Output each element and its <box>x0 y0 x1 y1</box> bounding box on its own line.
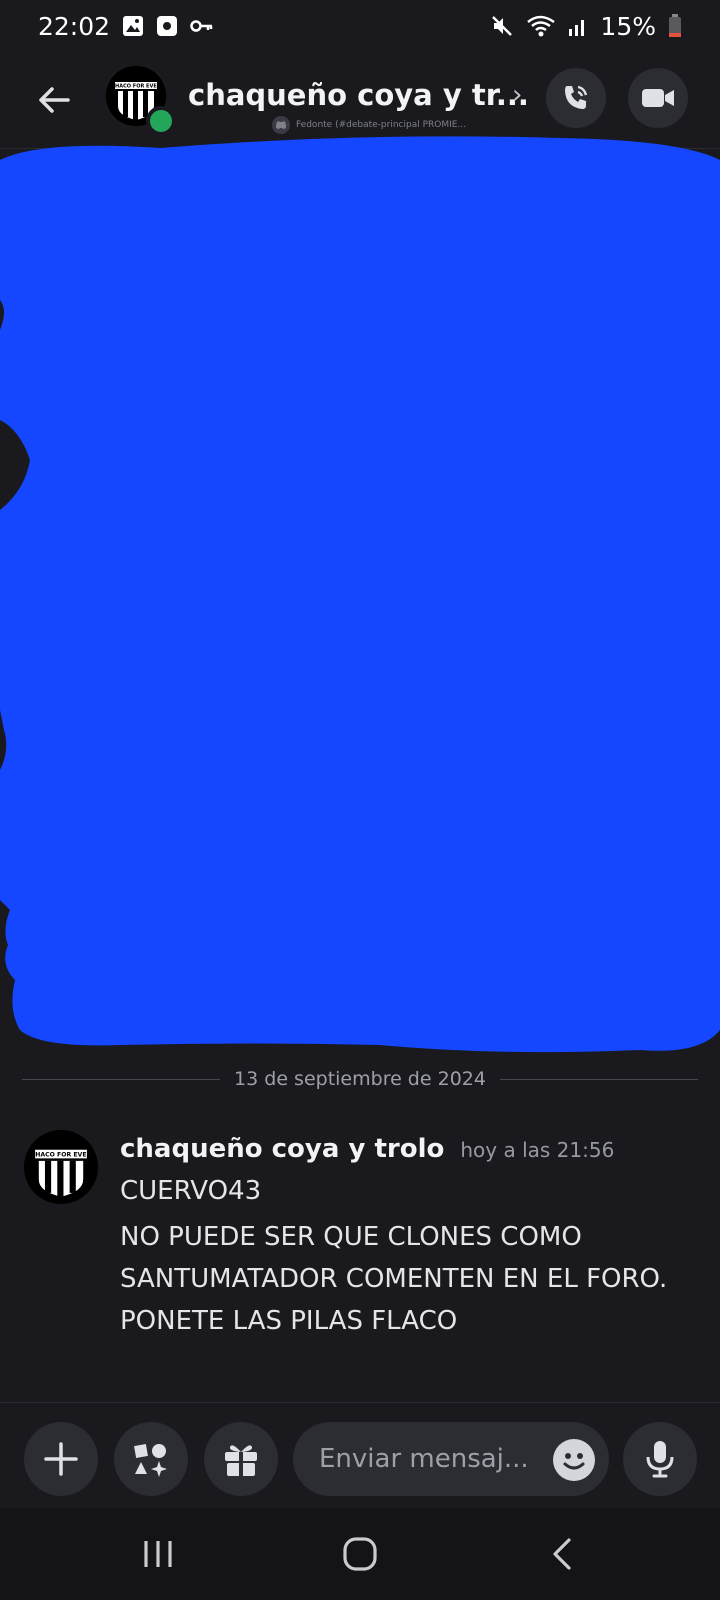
battery-percent: 15% <box>600 11 656 41</box>
system-nav-bar <box>0 1508 720 1600</box>
redaction-overlay <box>0 136 720 1053</box>
status-time: 22:02 <box>38 11 111 41</box>
date-separator-label: 13 de septiembre de 2024 <box>234 1068 486 1090</box>
avatar-crest-text: CHACO FOR EVER <box>111 84 160 90</box>
message-text-line: SANTUMATADOR COMENTEN EN EL FORO. <box>120 1264 668 1294</box>
phone-call-icon <box>565 85 588 109</box>
message-header: chaqueño coya y trolo hoy a las 21:56 <box>120 1134 614 1164</box>
apps-icon <box>134 1444 167 1477</box>
back-button[interactable] <box>30 76 78 124</box>
plus-icon <box>44 1442 78 1476</box>
emoji-button[interactable] <box>553 1439 595 1481</box>
chevron-right-icon[interactable]: › <box>512 80 522 110</box>
separator-line <box>22 1078 221 1080</box>
home-button[interactable] <box>330 1528 390 1580</box>
chevron-left-icon <box>553 1538 571 1570</box>
system-back-button[interactable] <box>532 1528 592 1580</box>
message-avatar[interactable]: CHACO FOR EVER <box>24 1130 98 1204</box>
club-crest-icon: CHACO FOR EVER <box>24 1130 98 1204</box>
message-text-line: CUERVO43 <box>120 1176 262 1206</box>
status-bar: 22:02 15% <box>0 0 720 52</box>
smiley-icon <box>563 1453 585 1470</box>
chat-subtitle-text: Fedonte (#debate-principal PROMIE... <box>296 120 467 130</box>
message-input[interactable]: Enviar mensaj... <box>293 1422 609 1496</box>
voice-call-button[interactable] <box>546 68 606 128</box>
avatar[interactable]: CHACO FOR EVER <box>106 66 176 136</box>
video-camera-icon <box>642 89 674 107</box>
wifi-icon <box>526 14 556 38</box>
message-author[interactable]: chaqueño coya y trolo <box>120 1134 444 1164</box>
battery-icon <box>668 14 682 38</box>
gift-button[interactable] <box>204 1422 278 1496</box>
composer-divider <box>0 1402 720 1403</box>
home-icon <box>343 1537 377 1571</box>
date-separator: 13 de septiembre de 2024 <box>22 1068 699 1090</box>
signal-icon <box>568 15 588 37</box>
add-attachment-button[interactable] <box>24 1422 98 1496</box>
apps-button[interactable] <box>114 1422 188 1496</box>
vpn-key-icon <box>190 19 214 33</box>
separator-line <box>499 1078 699 1080</box>
recent-apps-button[interactable] <box>128 1528 188 1580</box>
voice-message-button[interactable] <box>623 1422 697 1496</box>
message-text-line: PONETE LAS PILAS FLACO <box>120 1306 458 1336</box>
recent-apps-icon <box>144 1541 172 1567</box>
media-icon <box>156 15 178 37</box>
message-input-placeholder: Enviar mensaj... <box>319 1444 529 1474</box>
video-call-button[interactable] <box>628 68 688 128</box>
message-text-line: NO PUEDE SER QUE CLONES COMO <box>120 1222 582 1252</box>
gallery-icon <box>122 15 144 37</box>
avatar-crest-text: CHACO FOR EVER <box>31 1152 92 1159</box>
arrow-left-icon <box>39 87 70 113</box>
message-timestamp: hoy a las 21:56 <box>460 1138 615 1162</box>
microphone-icon <box>646 1441 674 1478</box>
gift-icon <box>225 1445 257 1476</box>
mute-icon <box>490 14 514 38</box>
chat-title[interactable]: chaqueño coya y tr... <box>188 78 529 112</box>
